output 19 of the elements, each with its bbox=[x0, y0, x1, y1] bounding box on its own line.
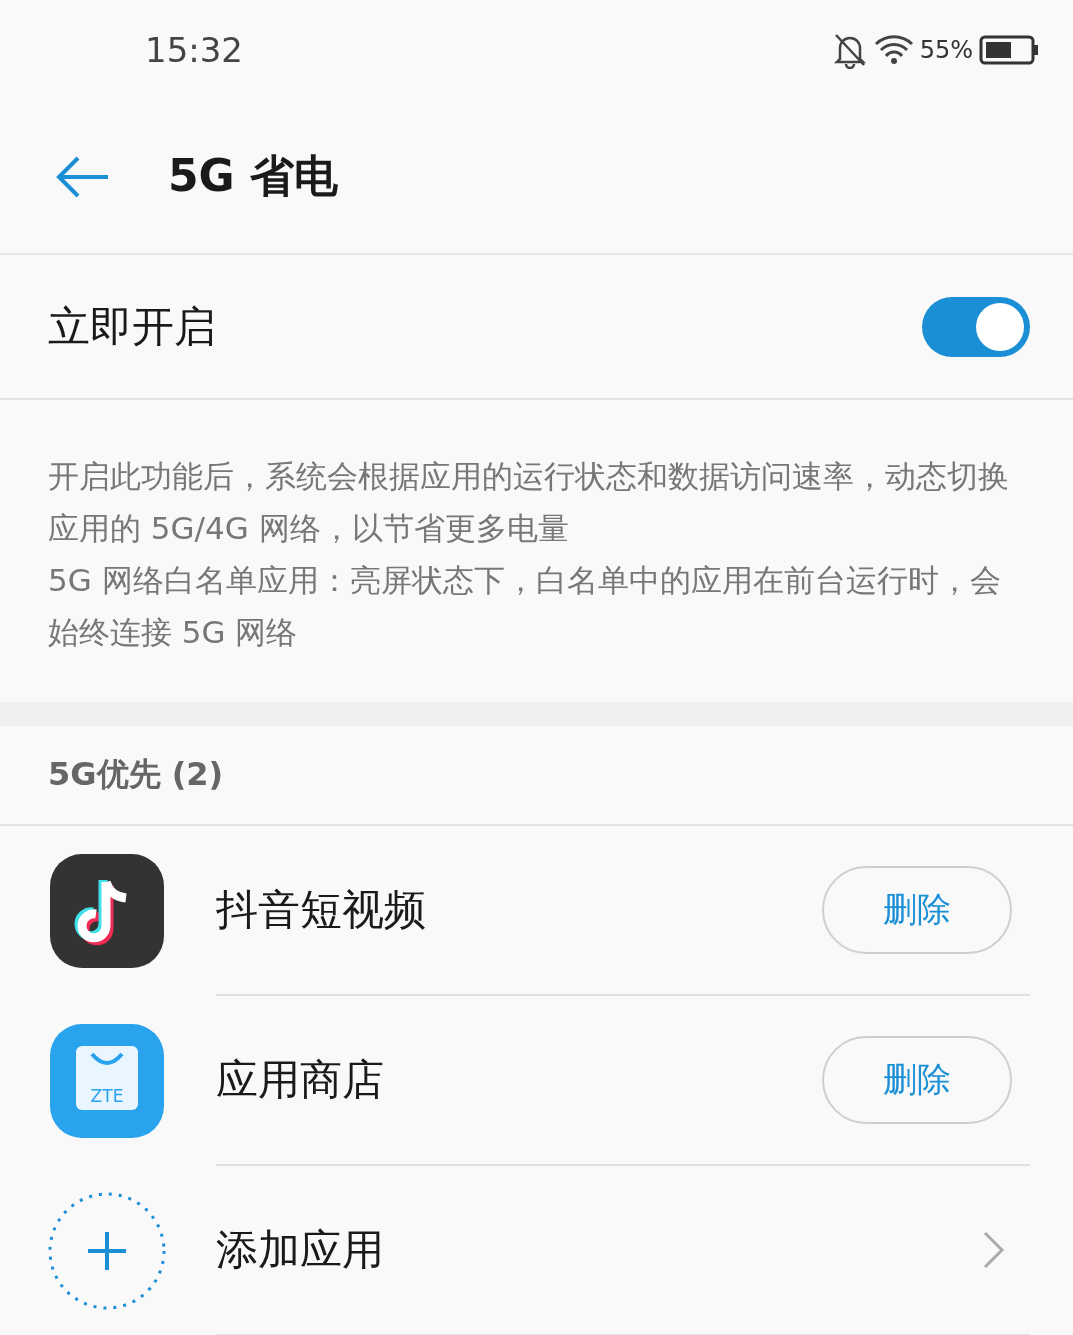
app-name: 添加应用 bbox=[216, 1224, 385, 1276]
section-title: 5G优先 (2) bbox=[48, 754, 224, 795]
setting-label: 立即开启 bbox=[48, 300, 217, 353]
page-title: 5G 省电 bbox=[168, 149, 339, 203]
delete-button[interactable]: 删除 bbox=[822, 1036, 1012, 1124]
status-time: 15:32 bbox=[145, 30, 243, 70]
wifi-icon bbox=[873, 34, 914, 66]
app-name: 抖音短视频 bbox=[216, 884, 427, 936]
shopping-bag-icon: ZTE bbox=[48, 1022, 166, 1140]
battery-icon bbox=[979, 35, 1039, 65]
add-icon[interactable] bbox=[48, 1192, 166, 1310]
description-text: 5G 网络白名单应用：亮屏状态下，白名单中的应用在前台运行时，会始终连接 5G 网络 bbox=[48, 561, 1002, 652]
back-arrow-icon[interactable] bbox=[56, 154, 110, 199]
chevron-right-icon[interactable] bbox=[982, 1230, 1006, 1270]
app-name: 应用商店 bbox=[216, 1054, 385, 1106]
music-note-icon bbox=[48, 852, 166, 970]
description-text: 开启此功能后，系统会根据应用的运行状态和数据访问速率，动态切换应用的 5G/4G 网络，以节省更多电量 bbox=[48, 457, 1010, 548]
delete-button[interactable]: 删除 bbox=[822, 866, 1012, 954]
battery-percent: 55% bbox=[919, 36, 973, 64]
